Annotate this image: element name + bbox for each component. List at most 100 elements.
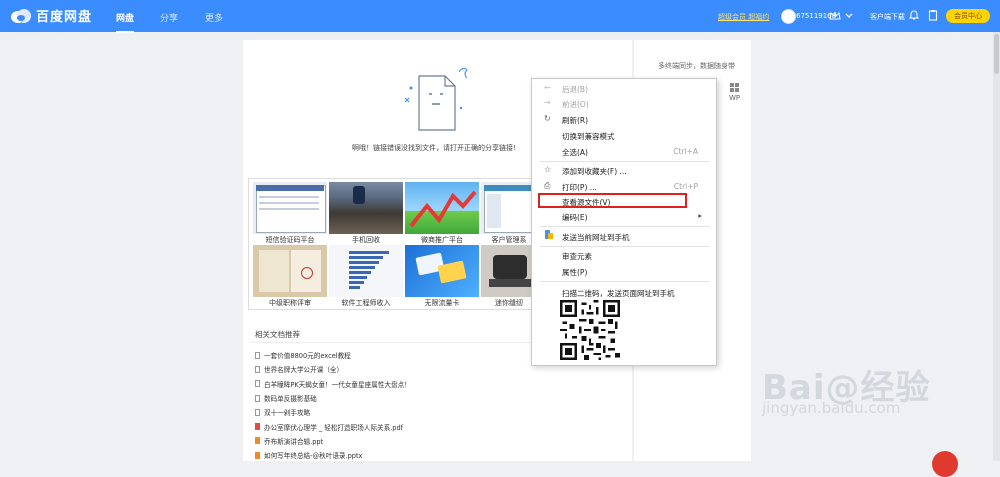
submenu-arrow-icon: ▸: [698, 211, 702, 220]
member-center-button[interactable]: 会员中心: [946, 9, 990, 23]
star-icon: ☆: [544, 165, 552, 174]
menu-separator: [540, 246, 710, 247]
wp-label[interactable]: WP: [729, 94, 740, 102]
ad-image-sms-platform: [253, 182, 327, 234]
bell-icon[interactable]: [908, 9, 920, 21]
watermark: Bai@经验 jingyan.baidu.com: [762, 360, 931, 417]
sync-promo-text: 多终端同步，数据随身带: [658, 62, 735, 70]
error-message: 啊哦！链接错误没找到文件，请打开正确的分享链接!: [352, 144, 516, 152]
vip-link[interactable]: 超级会员 超福约: [718, 12, 769, 22]
list-item[interactable]: 双十一剁手攻略: [255, 405, 411, 419]
pdf-icon: [255, 423, 260, 431]
document-icon: [255, 380, 260, 388]
ad-caption: 客户管理系: [491, 236, 527, 244]
menu-item-refresh[interactable]: 刷新(R): [562, 115, 588, 126]
doc-title[interactable]: 双十一剁手攻略: [264, 407, 310, 417]
ad-image-phone-recycle: [329, 182, 403, 234]
ad-image-sewing: [481, 245, 537, 297]
menu-item-select-all[interactable]: 全选(A): [562, 147, 588, 158]
arrow-right-icon: →: [544, 98, 551, 107]
ad-tile[interactable]: 迷你缝纫: [481, 245, 537, 308]
tab-more[interactable]: 更多: [205, 11, 223, 24]
corner-badge-icon[interactable]: [932, 451, 958, 477]
ad-caption: 中级职称评审: [269, 299, 311, 307]
menu-item-forward[interactable]: 前进(O): [562, 99, 589, 110]
broken-file-illustration: [404, 67, 468, 131]
crown-icon[interactable]: [829, 10, 841, 22]
menu-item-inspect[interactable]: 审查元素: [562, 251, 592, 262]
menu-item-send-url[interactable]: 发送当前网址到手机: [562, 232, 630, 243]
ad-tile[interactable]: 软件工程师收入: [329, 245, 403, 308]
tab-netdisk[interactable]: 网盘: [116, 11, 135, 33]
document-icon: [255, 394, 260, 402]
ad-caption: 短信验证码平台: [265, 236, 315, 244]
doc-title[interactable]: 如何写年终总结-@秋叶语录.pptx: [264, 450, 362, 460]
shortcut-select-all: Ctrl+A: [673, 147, 698, 156]
chevron-down-icon[interactable]: [843, 10, 855, 22]
list-item[interactable]: 数码单反摄影基础: [255, 391, 411, 405]
ad-tile[interactable]: 客户管理系: [481, 182, 537, 245]
doc-title[interactable]: 白羊瞳眸PK天蝎女童！一代女童星座属性大盘点！: [264, 379, 411, 389]
doc-title[interactable]: 办公室摩伏心理学 _ 轻松打造职场人际关系.pdf: [264, 422, 403, 432]
ad-image-crm: [481, 182, 537, 234]
phone-send-icon: [544, 230, 553, 242]
ad-caption: 无限流量卡: [424, 299, 460, 307]
list-item[interactable]: 如何写年终总结-@秋叶语录.pptx: [255, 448, 411, 462]
windows-icon[interactable]: [730, 83, 739, 92]
doc-title[interactable]: 一套价值8800元的excel教程: [264, 350, 351, 360]
menu-item-encoding[interactable]: 编码(E): [562, 212, 588, 223]
qr-instruction: 扫描二维码，发送页面网址到手机: [562, 289, 675, 298]
menu-separator: [540, 281, 710, 282]
ppt-icon: [255, 451, 260, 459]
avatar[interactable]: [781, 9, 796, 24]
list-item[interactable]: 办公室摩伏心理学 _ 轻松打造职场人际关系.pdf: [255, 419, 411, 433]
ad-grid: 短信验证码平台 手机回收 微商推广平台 客户管理系 中级职称评审 软件工程师收入…: [248, 178, 540, 310]
document-icon: [255, 351, 260, 359]
highlight-box: [538, 193, 687, 208]
ad-tile[interactable]: 微商推广平台: [405, 182, 479, 245]
doc-title[interactable]: 乔布斯演讲合辑.ppt: [264, 436, 323, 446]
menu-item-properties[interactable]: 属性(P): [562, 267, 587, 278]
ad-tile[interactable]: 短信验证码平台: [253, 182, 327, 245]
menu-separator: [540, 226, 710, 227]
ad-caption: 手机回收: [352, 236, 380, 244]
printer-icon: ⎙: [544, 181, 551, 190]
tab-share[interactable]: 分享: [160, 11, 178, 24]
related-docs-title: 相关文档推荐: [255, 330, 300, 339]
ad-tile[interactable]: 手机回收: [329, 182, 403, 245]
top-nav-bar: 百度网盘 网盘 分享 更多 超级会员 超福约 675119168 客户端下载 会…: [0, 0, 1000, 33]
ad-caption: 迷你缝纫: [495, 299, 523, 307]
brand-logo[interactable]: 百度网盘: [10, 6, 92, 25]
list-item[interactable]: 世界名牌大学公开课（全）: [255, 362, 411, 376]
doc-title[interactable]: 数码单反摄影基础: [264, 393, 317, 403]
ppt-icon: [255, 437, 260, 445]
page-scrollbar[interactable]: [993, 32, 1000, 461]
ad-caption: 微商推广平台: [421, 236, 463, 244]
ad-image-title-review: [253, 245, 327, 297]
ad-image-sim-card: [405, 245, 479, 297]
list-item[interactable]: 白羊瞳眸PK天蝎女童！一代女童星座属性大盘点！: [255, 377, 411, 391]
menu-item-add-favorite[interactable]: 添加到收藏夹(F) ...: [562, 166, 627, 177]
menu-item-back[interactable]: 后退(B): [562, 84, 588, 95]
menu-separator: [540, 161, 710, 162]
shortcut-print: Ctrl+P: [673, 182, 698, 191]
list-item[interactable]: 一套价值8800元的excel教程: [255, 348, 411, 362]
refresh-icon: ↻: [544, 114, 551, 123]
brand-name: 百度网盘: [36, 10, 93, 25]
menu-item-compat-mode[interactable]: 切换到兼容模式: [562, 131, 615, 142]
ad-image-engineer-income: [329, 245, 403, 297]
list-item[interactable]: 乔布斯演讲合辑.ppt: [255, 434, 411, 448]
menu-item-print[interactable]: 打印(P) ...: [562, 182, 597, 193]
client-download-link[interactable]: 客户端下载: [870, 12, 905, 22]
ad-tile[interactable]: 中级职称评审: [253, 245, 327, 308]
cloud-logo-icon: [11, 8, 31, 23]
doc-title[interactable]: 世界名牌大学公开课（全）: [264, 364, 343, 374]
arrow-left-icon: ←: [544, 83, 551, 92]
document-icon: [255, 365, 260, 373]
ad-tile[interactable]: 无限流量卡: [405, 245, 479, 308]
qr-code: [560, 300, 620, 360]
ad-image-wechat-promo: [405, 182, 479, 234]
watermark-url: jingyan.baidu.com: [762, 399, 901, 417]
clipboard-icon[interactable]: [927, 9, 939, 21]
scrollbar-thumb[interactable]: [994, 34, 999, 74]
